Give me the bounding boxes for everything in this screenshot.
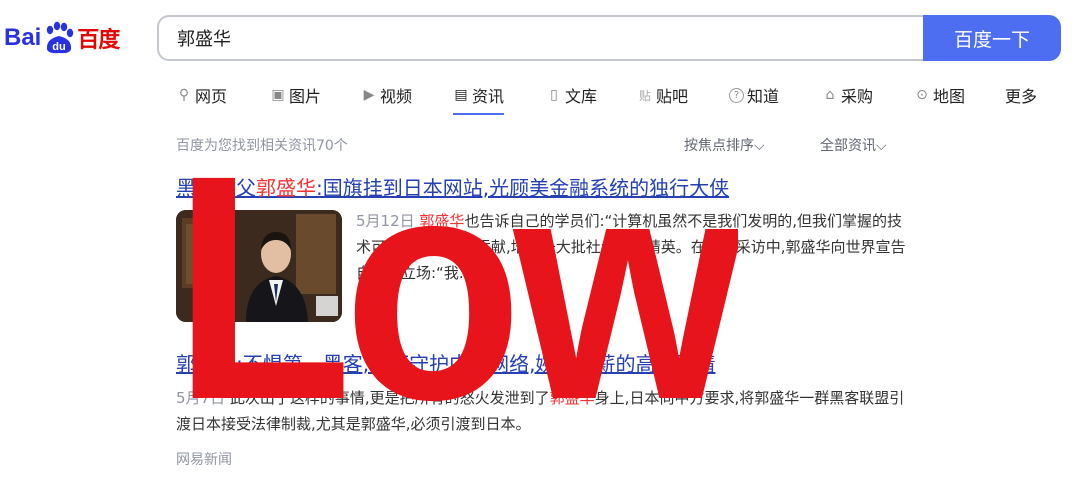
tab-news[interactable]: ▤ 资讯 (453, 83, 505, 115)
purchase-icon: ⌂ (825, 87, 835, 103)
paw-icon: du (42, 21, 76, 55)
title-text: 黑客教父 (176, 176, 256, 200)
image-icon: ▣ (271, 87, 285, 103)
tab-map[interactable]: ⊙ 地图 (914, 83, 965, 107)
question-icon: ? (729, 87, 744, 103)
title-text: 郭盛华:不惧第一黑客,誓死守护中国网络,婉拒高薪的高薪聘请 (176, 352, 716, 376)
tab-video[interactable]: ▶ 视频 (361, 83, 412, 107)
snippet-text: 此次出了这样的事情,更是把所有的怒火发泄到了 (229, 389, 550, 407)
tab-tieba[interactable]: 贴 贴吧 (637, 83, 688, 107)
result-title-link[interactable]: 郭盛华:不惧第一黑客,誓死守护中国网络,婉拒高薪的高薪聘请 (176, 348, 715, 377)
title-text: :国旗挂到日本网站,光顾美金融系统的独行大侠 (316, 176, 730, 200)
tab-label: 网页 (195, 87, 228, 106)
news-icon: ▤ (454, 87, 468, 103)
map-icon: ⊙ (916, 87, 928, 103)
tab-web[interactable]: ⚲ 网页 (176, 83, 227, 107)
tab-label: 更多 (1005, 87, 1038, 106)
filter-dropdown[interactable]: 全部资讯⌵ (820, 135, 887, 155)
sort-label: 按焦点排序 (684, 138, 754, 154)
snippet-highlight: 郭盛华 (419, 212, 465, 230)
search-icon: ⚲ (178, 87, 190, 103)
tab-images[interactable]: ▣ 图片 (270, 83, 321, 107)
sort-dropdown[interactable]: 按焦点排序⌵ (684, 135, 765, 155)
tab-label: 知道 (747, 87, 780, 106)
tab-wenku[interactable]: ▯ 文库 (546, 83, 597, 107)
baidu-logo[interactable]: Bai du 百度 (4, 18, 144, 58)
tab-zhidao[interactable]: ? 知道 (729, 83, 779, 107)
result-count: 百度为您找到相关资讯70个 (176, 138, 348, 154)
logo-text-en: Bai (4, 24, 42, 51)
chevron-down-icon: ⌵ (876, 138, 887, 154)
logo-text-cn: 百度 (77, 28, 120, 53)
tab-purchase[interactable]: ⌂ 采购 (822, 83, 873, 107)
video-icon: ▶ (363, 87, 375, 103)
result-source[interactable]: 网易新闻 (176, 449, 232, 469)
result-snippet: 5月7日 此次出了这样的事情,更是把所有的怒火发泄到了郭盛华身上,日本向中方要求… (176, 385, 906, 437)
search-query: 郭盛华 (177, 29, 231, 50)
search-button[interactable]: 百度一下 (923, 15, 1061, 61)
tab-label: 资讯 (472, 87, 505, 106)
chevron-down-icon: ⌵ (754, 138, 765, 154)
tab-label: 地图 (933, 87, 966, 106)
tab-label: 图片 (289, 87, 322, 106)
result-thumbnail[interactable] (176, 210, 342, 322)
paw-text: du (53, 41, 66, 53)
tieba-icon: 贴 (638, 88, 651, 103)
tab-label: 采购 (841, 87, 874, 106)
title-highlight: 郭盛华 (256, 176, 316, 200)
result-snippet: 5月12日 郭盛华也告诉自己的学员们:“计算机虽然不是我们发明的,但我们掌握的技… (356, 208, 906, 286)
tab-label: 视频 (380, 87, 413, 106)
tab-label: 文库 (565, 87, 598, 106)
snippet-highlight: 郭盛华 (549, 389, 595, 407)
result-source[interactable]: 网易 (356, 298, 384, 318)
doc-icon: ▯ (550, 87, 558, 103)
tab-label: 贴吧 (656, 87, 689, 106)
result-title-link[interactable]: 黑客教父郭盛华:国旗挂到日本网站,光顾美金融系统的独行大侠 (176, 172, 729, 201)
filter-label: 全部资讯 (820, 138, 876, 154)
search-input[interactable]: 郭盛华 (157, 15, 923, 61)
result-date: 5月12日 (356, 212, 415, 230)
tab-more[interactable]: 更多 (1005, 83, 1037, 107)
result-date: 5月7日 (176, 389, 226, 407)
